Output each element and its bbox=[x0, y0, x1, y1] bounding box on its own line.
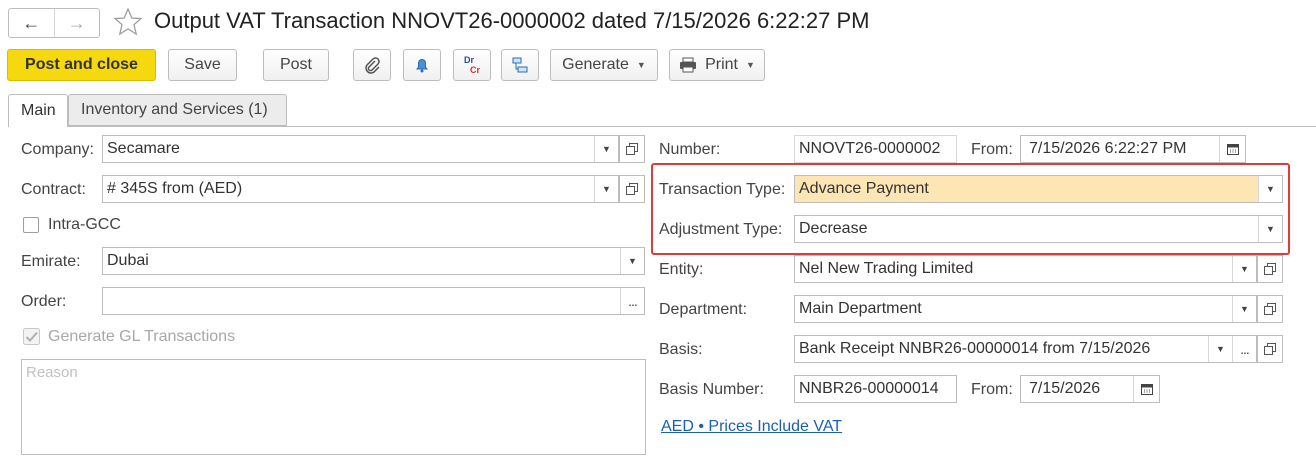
save-button[interactable]: Save bbox=[168, 49, 237, 81]
emirate-value: Dubai bbox=[107, 252, 149, 269]
currency-prices-link[interactable]: AED • Prices Include VAT bbox=[661, 418, 842, 436]
department-label: Department: bbox=[659, 301, 748, 318]
department-value: Main Department bbox=[799, 300, 922, 317]
attachments-button[interactable] bbox=[353, 49, 391, 81]
department-field[interactable]: Main Department ▼ bbox=[794, 295, 1257, 323]
dr-cr-button[interactable]: Dr Cr bbox=[453, 49, 491, 81]
basis-from-date-field[interactable]: 7/15/2026 bbox=[1020, 375, 1160, 403]
basis-number-field[interactable]: NNBR26-00000014 bbox=[794, 375, 957, 403]
number-field[interactable]: NNOVT26-0000002 bbox=[794, 135, 957, 163]
generate-gl-checkbox[interactable] bbox=[23, 328, 41, 346]
open-window-icon bbox=[626, 183, 638, 195]
tab-inventory-label: Inventory and Services (1) bbox=[81, 101, 268, 118]
number-value: NNOVT26-0000002 bbox=[799, 140, 941, 157]
reason-textarea[interactable]: Reason bbox=[21, 359, 646, 455]
cr-text: Cr bbox=[469, 65, 480, 75]
structure-button[interactable] bbox=[501, 49, 539, 81]
number-label: Number: bbox=[659, 141, 721, 158]
page-title: Output VAT Transaction NNOVT26-0000002 d… bbox=[154, 8, 870, 33]
dropdown-caret-icon: ▼ bbox=[745, 60, 755, 70]
nav-button-group: ← → bbox=[8, 8, 100, 38]
dr-text: Dr bbox=[463, 55, 474, 65]
paperclip-icon bbox=[365, 57, 380, 74]
basis-number-label: Basis Number: bbox=[659, 381, 764, 398]
chevron-down-icon[interactable]: ▼ bbox=[1232, 296, 1256, 322]
from-date-value: 7/15/2026 6:22:27 PM bbox=[1029, 140, 1187, 157]
basis-from-date-value: 7/15/2026 bbox=[1029, 380, 1101, 397]
basis-field[interactable]: Bank Receipt NNBR26-00000014 from 7/15/2… bbox=[794, 335, 1257, 363]
from-date-field[interactable]: 7/15/2026 6:22:27 PM bbox=[1020, 135, 1246, 163]
tab-main[interactable]: Main bbox=[8, 94, 68, 127]
more-options-icon[interactable]: ... bbox=[1232, 336, 1256, 362]
calendar-icon[interactable] bbox=[1219, 136, 1245, 162]
post-and-close-label: Post and close bbox=[25, 56, 138, 73]
entity-field[interactable]: Nel New Trading Limited ▼ bbox=[794, 255, 1257, 283]
favorite-star-icon[interactable] bbox=[112, 6, 144, 38]
entity-label: Entity: bbox=[659, 261, 704, 278]
chevron-down-icon[interactable]: ▼ bbox=[1208, 336, 1232, 362]
chevron-down-icon[interactable]: ▼ bbox=[620, 248, 644, 274]
generate-button[interactable]: Generate ▼ bbox=[550, 49, 658, 81]
emirate-label: Emirate: bbox=[21, 253, 81, 270]
entity-value: Nel New Trading Limited bbox=[799, 260, 974, 277]
open-window-icon bbox=[1264, 263, 1276, 275]
chevron-down-icon[interactable]: ▼ bbox=[594, 136, 618, 162]
bell-icon bbox=[416, 59, 428, 73]
contract-value: # 345S from (AED) bbox=[107, 180, 243, 197]
back-arrow-icon[interactable]: ← bbox=[9, 9, 54, 37]
entity-open-button[interactable] bbox=[1257, 255, 1283, 283]
generate-gl-label: Generate GL Transactions bbox=[48, 328, 236, 345]
emirate-field[interactable]: Dubai ▼ bbox=[102, 247, 645, 275]
post-and-close-button[interactable]: Post and close bbox=[7, 49, 156, 81]
basis-value: Bank Receipt NNBR26-00000014 from 7/15/2… bbox=[799, 340, 1151, 357]
intra-gcc-checkbox[interactable] bbox=[23, 217, 39, 233]
highlight-annotation-box bbox=[651, 163, 1290, 255]
basis-from-label: From: bbox=[971, 381, 1013, 398]
open-window-icon bbox=[626, 143, 638, 155]
department-open-button[interactable] bbox=[1257, 295, 1283, 323]
print-label: Print bbox=[705, 56, 738, 73]
company-label: Company: bbox=[21, 141, 94, 158]
forward-arrow-icon[interactable]: → bbox=[53, 9, 100, 37]
basis-label: Basis: bbox=[659, 341, 703, 358]
tab-divider bbox=[8, 126, 1316, 127]
open-window-icon bbox=[1264, 303, 1276, 315]
print-button[interactable]: Print ▼ bbox=[669, 49, 765, 81]
more-options-icon[interactable]: ... bbox=[620, 288, 644, 314]
order-label: Order: bbox=[21, 293, 67, 310]
save-label: Save bbox=[184, 56, 221, 73]
order-field[interactable]: ... bbox=[102, 287, 645, 315]
calendar-icon[interactable] bbox=[1133, 376, 1159, 402]
chevron-down-icon[interactable]: ▼ bbox=[1232, 256, 1256, 282]
tab-main-label: Main bbox=[21, 102, 56, 119]
basis-open-button[interactable] bbox=[1257, 335, 1283, 363]
company-open-button[interactable] bbox=[619, 135, 645, 163]
intra-gcc-label: Intra-GCC bbox=[48, 216, 121, 233]
basis-number-value: NNBR26-00000014 bbox=[799, 380, 939, 397]
post-label: Post bbox=[279, 56, 312, 73]
reason-placeholder: Reason bbox=[26, 364, 78, 381]
chevron-down-icon[interactable]: ▼ bbox=[594, 176, 618, 202]
reminder-button[interactable] bbox=[403, 49, 441, 81]
generate-label: Generate bbox=[562, 56, 629, 73]
from-label: From: bbox=[971, 141, 1013, 158]
contract-field[interactable]: # 345S from (AED) ▼ bbox=[102, 175, 619, 203]
tab-inventory-and-services[interactable]: Inventory and Services (1) bbox=[68, 94, 287, 126]
post-button[interactable]: Post bbox=[263, 49, 329, 81]
company-value: Secamare bbox=[107, 140, 180, 157]
open-window-icon bbox=[1264, 343, 1276, 355]
contract-label: Contract: bbox=[21, 181, 86, 198]
printer-icon bbox=[680, 57, 697, 73]
company-field[interactable]: Secamare ▼ bbox=[102, 135, 619, 163]
dropdown-caret-icon: ▼ bbox=[636, 60, 646, 70]
contract-open-button[interactable] bbox=[619, 175, 645, 203]
hierarchy-icon bbox=[512, 57, 528, 73]
